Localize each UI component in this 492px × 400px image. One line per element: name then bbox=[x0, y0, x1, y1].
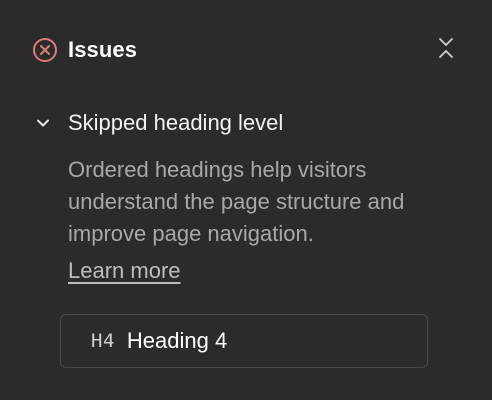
issue-title: Skipped heading level bbox=[68, 110, 284, 135]
error-circle-icon bbox=[32, 37, 58, 63]
panel-header: Issues bbox=[32, 36, 460, 64]
issues-panel: Issues Skipped heading level Ordered hea… bbox=[0, 0, 492, 400]
heading-text: Heading 4 bbox=[126, 328, 228, 353]
collapse-button[interactable] bbox=[432, 36, 460, 64]
heading-reference[interactable]: H4 Heading 4 bbox=[60, 314, 428, 368]
issue-description: Ordered headings help visitors understan… bbox=[68, 157, 405, 246]
chevron-down-icon bbox=[32, 112, 54, 134]
panel-title: Issues bbox=[68, 37, 138, 62]
issue-toggle[interactable]: Skipped heading level bbox=[32, 108, 283, 138]
heading-level-tag: H4 bbox=[91, 330, 115, 352]
collapse-icon bbox=[436, 36, 456, 65]
learn-more-link[interactable]: Learn more bbox=[68, 258, 181, 284]
